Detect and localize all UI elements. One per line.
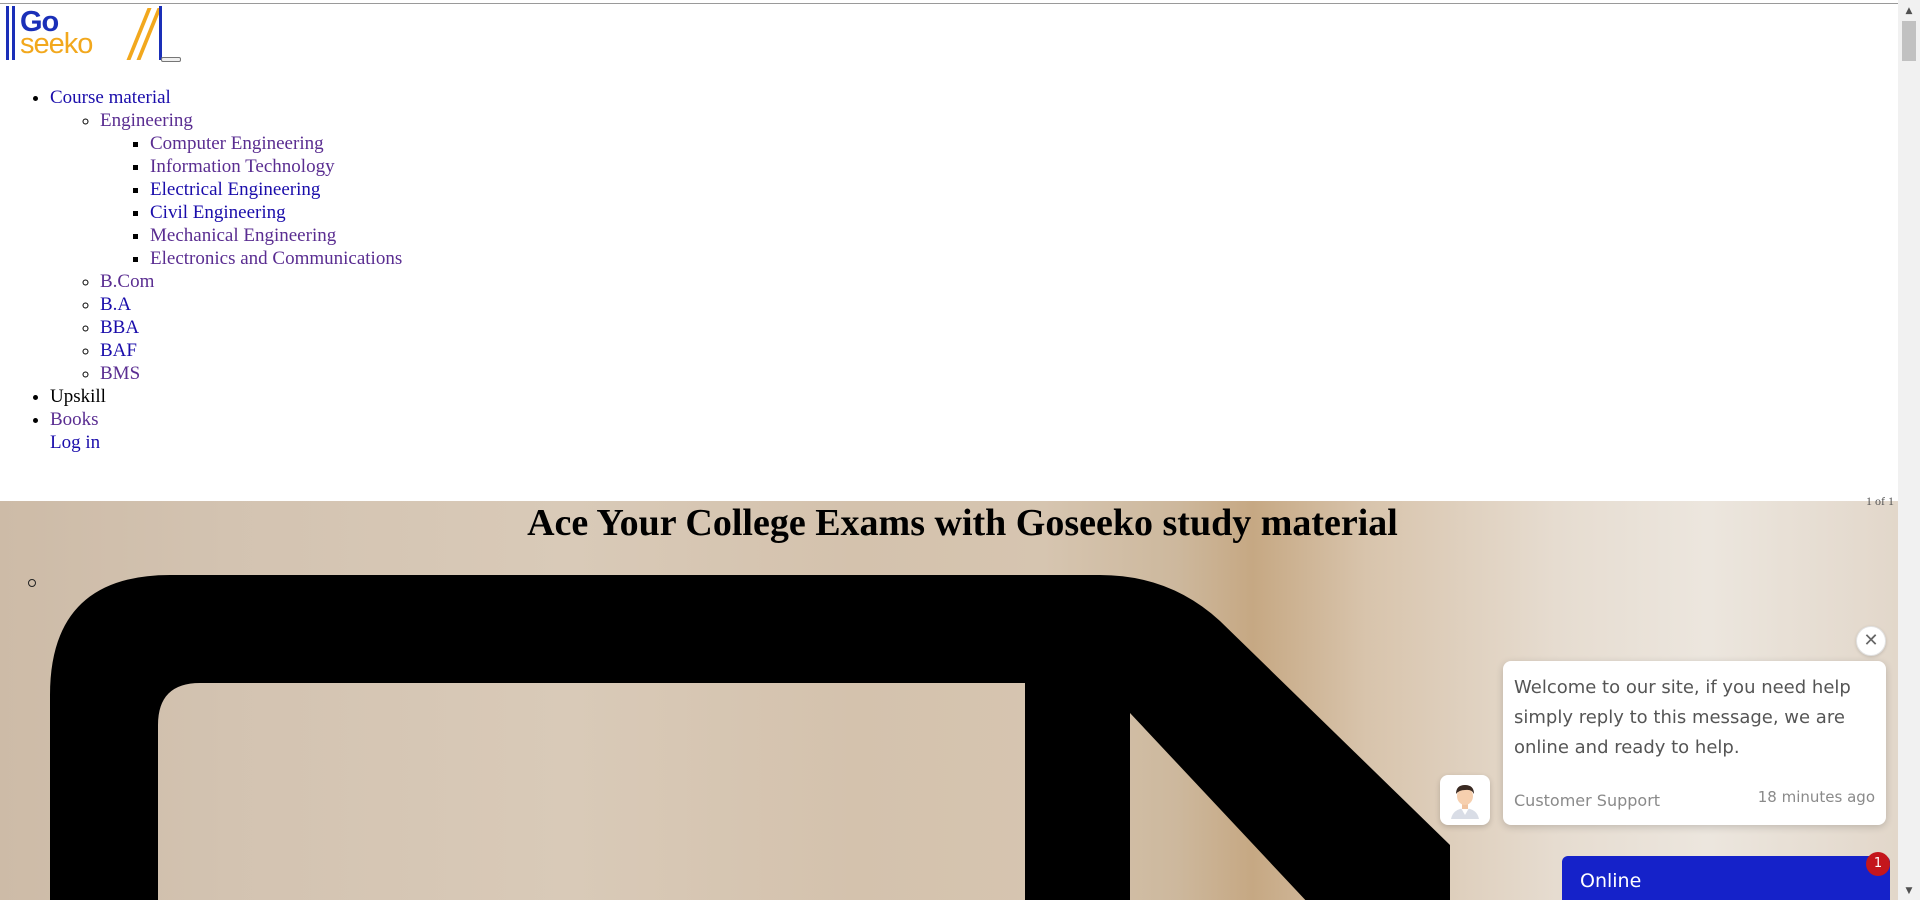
nav-list: Course material Engineering Computer Eng… xyxy=(0,86,402,431)
nav-item-bba: BBA xyxy=(100,316,402,339)
nav-link-electrical-engineering[interactable]: Electrical Engineering xyxy=(150,179,320,200)
nav-item-information-technology: Information Technology xyxy=(150,155,402,178)
login-link[interactable]: Log in xyxy=(50,431,100,454)
nav-link-bba[interactable]: BBA xyxy=(100,317,139,338)
nav-link-computer-engineering[interactable]: Computer Engineering xyxy=(150,133,324,154)
scroll-down-arrow-icon[interactable]: ▼ xyxy=(1898,883,1920,900)
logo-bar-left-2 xyxy=(12,6,15,60)
nav-item-engineering: Engineering Computer Engineering Informa… xyxy=(100,109,402,270)
nav-link-ba[interactable]: B.A xyxy=(100,294,131,315)
goseeko-logo[interactable]: Go seeko xyxy=(0,4,170,64)
nav-item-electronics-communications: Electronics and Communications xyxy=(150,247,402,270)
logo-bar-left-1 xyxy=(6,6,9,60)
scroll-up-arrow-icon[interactable]: ▲ xyxy=(1898,3,1920,20)
nav-link-upskill[interactable]: Upskill xyxy=(50,386,106,407)
logo-text-seeko: seeko xyxy=(20,28,93,60)
nav-item-mechanical-engineering: Mechanical Engineering xyxy=(150,224,402,247)
nav-link-electronics-communications[interactable]: Electronics and Communications xyxy=(150,248,402,269)
nav-link-mechanical-engineering[interactable]: Mechanical Engineering xyxy=(150,225,336,246)
nav-link-course-material[interactable]: Course material xyxy=(50,87,171,108)
logo-bar-right xyxy=(159,6,162,60)
engineering-submenu: Computer Engineering Information Technol… xyxy=(100,132,402,270)
nav-item-computer-engineering: Computer Engineering xyxy=(150,132,402,155)
nav-item-electrical-engineering: Electrical Engineering xyxy=(150,178,402,201)
nav-link-engineering[interactable]: Engineering xyxy=(100,110,193,131)
nav-link-bcom[interactable]: B.Com xyxy=(100,271,154,292)
nav-item-upskill: Upskill xyxy=(50,385,402,408)
nav-item-ba: B.A xyxy=(100,293,402,316)
hamburger-icon[interactable] xyxy=(161,57,181,62)
support-agent-avatar-svg xyxy=(1451,785,1479,819)
main-nav: Course material Engineering Computer Eng… xyxy=(0,86,402,453)
nav-link-bms[interactable]: BMS xyxy=(100,363,140,384)
nav-item-bms: BMS xyxy=(100,362,402,385)
document-icon xyxy=(50,575,1450,900)
nav-link-baf[interactable]: BAF xyxy=(100,340,137,361)
nav-item-bcom: B.Com xyxy=(100,270,402,293)
course-material-submenu: Engineering Computer Engineering Informa… xyxy=(50,109,402,385)
chat-message-text: Welcome to our site, if you need help si… xyxy=(1514,677,1851,758)
chat-online-button[interactable]: Online xyxy=(1562,856,1890,900)
scroll-thumb[interactable] xyxy=(1902,21,1916,61)
close-icon[interactable]: ✕ xyxy=(1856,626,1886,656)
support-agent-icon xyxy=(1440,775,1490,825)
nav-link-civil-engineering[interactable]: Civil Engineering xyxy=(150,202,286,223)
chat-sender-name: Customer Support xyxy=(1514,791,1661,810)
chat-timestamp: 18 minutes ago xyxy=(1757,788,1875,806)
chat-message-bubble[interactable]: Welcome to our site, if you need help si… xyxy=(1503,661,1886,825)
nav-item-books: Books xyxy=(50,408,402,431)
nav-item-civil-engineering: Civil Engineering xyxy=(150,201,402,224)
nav-link-information-technology[interactable]: Information Technology xyxy=(150,156,335,177)
hero-list-bullet xyxy=(28,579,36,587)
nav-item-course-material: Course material Engineering Computer Eng… xyxy=(50,86,402,385)
page-scrollbar[interactable]: ▲ ▼ xyxy=(1898,0,1920,900)
nav-link-books[interactable]: Books xyxy=(50,409,99,430)
top-border xyxy=(0,3,1898,4)
chat-unread-badge: 1 xyxy=(1866,852,1890,876)
hero-title: Ace Your College Exams with Goseeko stud… xyxy=(527,502,1398,544)
nav-item-baf: BAF xyxy=(100,339,402,362)
